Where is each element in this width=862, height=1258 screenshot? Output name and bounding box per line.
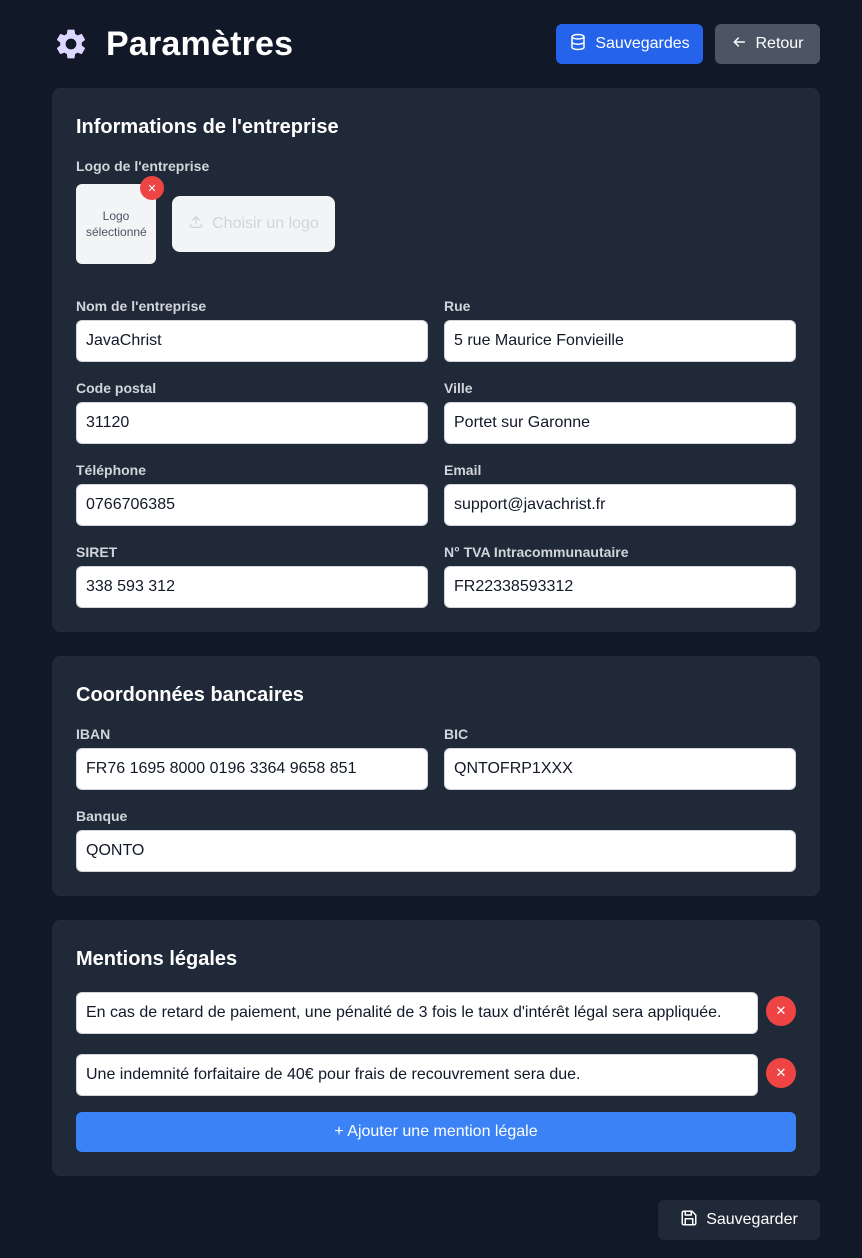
postal-code-label: Code postal (76, 380, 157, 396)
company-name-label: Nom de l'entreprise (76, 298, 207, 314)
legal-mentions-title: Mentions légales (76, 948, 238, 970)
save-icon (680, 1209, 698, 1232)
siret-input[interactable]: 338 593 312 (76, 566, 428, 608)
remove-mention-button[interactable]: ✕ (766, 1058, 796, 1088)
iban-label: IBAN (76, 726, 111, 742)
close-icon: ✕ (775, 1003, 787, 1018)
close-icon: ✕ (775, 1065, 787, 1080)
remove-logo-button[interactable]: ✕ (140, 176, 164, 200)
bank-name-input[interactable]: QONTO (76, 830, 796, 872)
add-legal-mention-button[interactable]: + Ajouter une mention légale (76, 1112, 796, 1152)
save-button[interactable]: Sauvegarder (658, 1200, 820, 1240)
logo-label: Logo de l'entreprise (76, 158, 210, 174)
bank-details-card: Coordonnées bancaires IBAN FR76 1695 800… (52, 656, 820, 896)
close-icon: ✕ (147, 182, 157, 195)
legal-mention-input[interactable]: En cas de retard de paiement, une pénali… (76, 992, 758, 1034)
vat-input[interactable]: FR22338593312 (444, 566, 796, 608)
city-label: Ville (444, 380, 473, 396)
company-info-title: Informations de l'entreprise (76, 116, 339, 138)
siret-label: SIRET (76, 544, 118, 560)
choose-logo-label: Choisir un logo (212, 215, 319, 232)
choose-logo-button[interactable]: Choisir un logo (172, 196, 335, 252)
email-input[interactable]: support@javachrist.fr (444, 484, 796, 526)
upload-icon (188, 214, 204, 235)
legal-mentions-card: Mentions légales En cas de retard de pai… (52, 920, 820, 1176)
remove-mention-button[interactable]: ✕ (766, 996, 796, 1026)
email-label: Email (444, 462, 482, 478)
back-label: Retour (755, 35, 804, 52)
back-button[interactable]: Retour (715, 24, 820, 64)
header-actions: Sauvegardes Retour (556, 24, 820, 64)
save-label: Sauvegarder (706, 1211, 798, 1228)
iban-input[interactable]: FR76 1695 8000 0196 3364 9658 851 (76, 748, 428, 790)
page-title: Paramètres (106, 24, 294, 63)
logo-preview-text: Logo sélectionné (86, 209, 147, 239)
bic-input[interactable]: QNTOFRP1XXX (444, 748, 796, 790)
street-label: Rue (444, 298, 471, 314)
bank-name-label: Banque (76, 808, 128, 824)
phone-input[interactable]: 0766706385 (76, 484, 428, 526)
bank-details-title: Coordonnées bancaires (76, 684, 304, 706)
postal-code-input[interactable]: 31120 (76, 402, 428, 444)
page-header: Paramètres Sauvegardes Retour (52, 24, 820, 64)
legal-mention-input[interactable]: Une indemnité forfaitaire de 40€ pour fr… (76, 1054, 758, 1096)
database-icon (569, 33, 587, 56)
city-input[interactable]: Portet sur Garonne (444, 402, 796, 444)
vat-label: N° TVA Intracommunautaire (444, 544, 629, 560)
street-input[interactable]: 5 rue Maurice Fonvieille (444, 320, 796, 362)
phone-label: Téléphone (76, 462, 147, 478)
company-info-card: Informations de l'entreprise Logo de l'e… (52, 88, 820, 632)
bic-label: BIC (444, 726, 469, 742)
company-name-input[interactable]: JavaChrist (76, 320, 428, 362)
backups-label: Sauvegardes (595, 35, 690, 52)
title-group: Paramètres (52, 25, 293, 64)
arrow-left-icon (731, 34, 747, 55)
gear-icon (52, 25, 90, 63)
backups-button[interactable]: Sauvegardes (556, 24, 703, 64)
